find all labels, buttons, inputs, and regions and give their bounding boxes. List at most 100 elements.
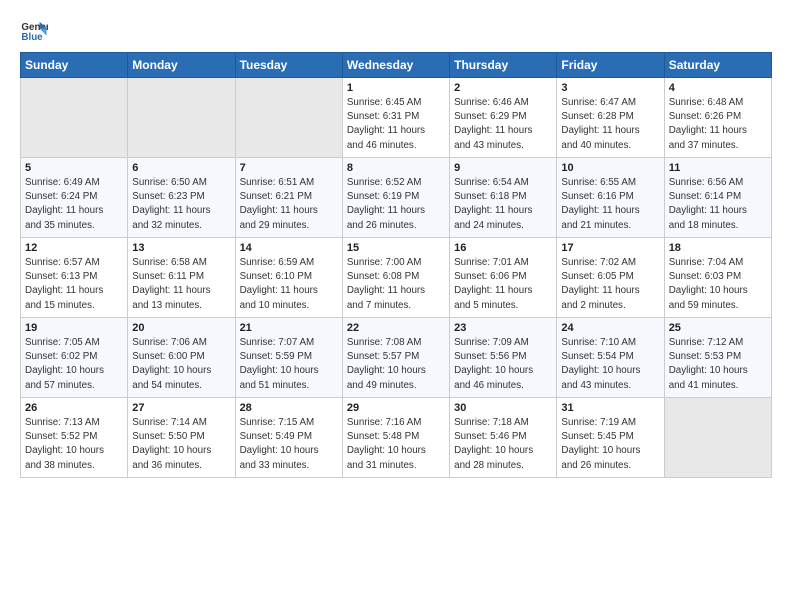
day-number: 8 [347,162,445,174]
calendar-cell: 16 Sunrise: 7:01 AM Sunset: 6:06 PM Dayli… [450,238,557,318]
calendar-cell: 4 Sunrise: 6:48 AM Sunset: 6:26 PM Daylig… [664,78,771,158]
calendar-cell: 24 Sunrise: 7:10 AM Sunset: 5:54 PM Dayli… [557,318,664,398]
calendar-cell: 8 Sunrise: 6:52 AM Sunset: 6:19 PM Daylig… [342,158,449,238]
header-friday: Friday [557,53,664,78]
calendar-cell: 6 Sunrise: 6:50 AM Sunset: 6:23 PM Daylig… [128,158,235,238]
day-info: Sunrise: 6:49 AM Sunset: 6:24 PM Dayligh… [25,176,123,233]
day-info: Sunrise: 6:46 AM Sunset: 6:29 PM Dayligh… [454,96,552,153]
day-number: 25 [669,322,767,334]
calendar-cell: 13 Sunrise: 6:58 AM Sunset: 6:11 PM Dayli… [128,238,235,318]
calendar-cell: 10 Sunrise: 6:55 AM Sunset: 6:16 PM Dayli… [557,158,664,238]
day-info: Sunrise: 7:18 AM Sunset: 5:46 PM Dayligh… [454,416,552,473]
day-number: 10 [561,162,659,174]
day-info: Sunrise: 7:16 AM Sunset: 5:48 PM Dayligh… [347,416,445,473]
calendar-cell: 25 Sunrise: 7:12 AM Sunset: 5:53 PM Dayli… [664,318,771,398]
calendar-cell: 18 Sunrise: 7:04 AM Sunset: 6:03 PM Dayli… [664,238,771,318]
day-number: 28 [240,402,338,414]
calendar-cell: 28 Sunrise: 7:15 AM Sunset: 5:49 PM Dayli… [235,398,342,478]
day-info: Sunrise: 7:02 AM Sunset: 6:05 PM Dayligh… [561,256,659,313]
calendar-cell: 12 Sunrise: 6:57 AM Sunset: 6:13 PM Dayli… [21,238,128,318]
day-info: Sunrise: 7:14 AM Sunset: 5:50 PM Dayligh… [132,416,230,473]
day-number: 22 [347,322,445,334]
calendar-cell: 27 Sunrise: 7:14 AM Sunset: 5:50 PM Dayli… [128,398,235,478]
day-number: 7 [240,162,338,174]
day-number: 11 [669,162,767,174]
day-info: Sunrise: 7:04 AM Sunset: 6:03 PM Dayligh… [669,256,767,313]
day-info: Sunrise: 6:48 AM Sunset: 6:26 PM Dayligh… [669,96,767,153]
header-wednesday: Wednesday [342,53,449,78]
day-number: 27 [132,402,230,414]
calendar-cell: 22 Sunrise: 7:08 AM Sunset: 5:57 PM Dayli… [342,318,449,398]
calendar-cell: 19 Sunrise: 7:05 AM Sunset: 6:02 PM Dayli… [21,318,128,398]
day-info: Sunrise: 6:52 AM Sunset: 6:19 PM Dayligh… [347,176,445,233]
day-info: Sunrise: 6:54 AM Sunset: 6:18 PM Dayligh… [454,176,552,233]
calendar-cell: 3 Sunrise: 6:47 AM Sunset: 6:28 PM Daylig… [557,78,664,158]
day-number: 31 [561,402,659,414]
day-number: 13 [132,242,230,254]
week-row-1: 1Sunrise: 6:45 AM Sunset: 6:31 PM Daylig… [21,78,772,158]
day-number: 3 [561,82,659,94]
day-number: 2 [454,82,552,94]
day-number: 30 [454,402,552,414]
week-row-2: 5 Sunrise: 6:49 AM Sunset: 6:24 PM Daylig… [21,158,772,238]
day-number: 17 [561,242,659,254]
day-info: Sunrise: 6:47 AM Sunset: 6:28 PM Dayligh… [561,96,659,153]
day-number: 14 [240,242,338,254]
day-info: Sunrise: 7:07 AM Sunset: 5:59 PM Dayligh… [240,336,338,393]
header-row: General Blue [20,16,772,44]
header-tuesday: Tuesday [235,53,342,78]
day-info: Sunrise: 7:15 AM Sunset: 5:49 PM Dayligh… [240,416,338,473]
day-number: 24 [561,322,659,334]
day-info: Sunrise: 6:59 AM Sunset: 6:10 PM Dayligh… [240,256,338,313]
day-info: Sunrise: 7:09 AM Sunset: 5:56 PM Dayligh… [454,336,552,393]
week-row-4: 19 Sunrise: 7:05 AM Sunset: 6:02 PM Dayli… [21,318,772,398]
logo: General Blue [20,16,52,44]
day-info: Sunrise: 6:50 AM Sunset: 6:23 PM Dayligh… [132,176,230,233]
calendar-table: SundayMondayTuesdayWednesdayThursdayFrid… [20,52,772,478]
day-number: 16 [454,242,552,254]
day-info: Sunrise: 7:00 AM Sunset: 6:08 PM Dayligh… [347,256,445,313]
calendar-cell: 14 Sunrise: 6:59 AM Sunset: 6:10 PM Dayli… [235,238,342,318]
day-info: Sunrise: 6:51 AM Sunset: 6:21 PM Dayligh… [240,176,338,233]
header-saturday: Saturday [664,53,771,78]
day-info: Sunrise: 6:58 AM Sunset: 6:11 PM Dayligh… [132,256,230,313]
calendar-cell: 7 Sunrise: 6:51 AM Sunset: 6:21 PM Daylig… [235,158,342,238]
day-number: 4 [669,82,767,94]
week-row-3: 12 Sunrise: 6:57 AM Sunset: 6:13 PM Dayli… [21,238,772,318]
day-number: 29 [347,402,445,414]
calendar-cell: 31Sunrise: 7:19 AM Sunset: 5:45 PM Dayli… [557,398,664,478]
day-info: Sunrise: 7:01 AM Sunset: 6:06 PM Dayligh… [454,256,552,313]
header-thursday: Thursday [450,53,557,78]
day-number: 26 [25,402,123,414]
day-info: Sunrise: 6:57 AM Sunset: 6:13 PM Dayligh… [25,256,123,313]
svg-text:Blue: Blue [21,32,43,43]
header-sunday: Sunday [21,53,128,78]
day-info: Sunrise: 7:08 AM Sunset: 5:57 PM Dayligh… [347,336,445,393]
day-info: Sunrise: 7:12 AM Sunset: 5:53 PM Dayligh… [669,336,767,393]
calendar-cell: 21 Sunrise: 7:07 AM Sunset: 5:59 PM Dayli… [235,318,342,398]
calendar-cell: 15Sunrise: 7:00 AM Sunset: 6:08 PM Dayli… [342,238,449,318]
day-number: 23 [454,322,552,334]
day-info: Sunrise: 7:10 AM Sunset: 5:54 PM Dayligh… [561,336,659,393]
day-number: 12 [25,242,123,254]
calendar-cell: 30 Sunrise: 7:18 AM Sunset: 5:46 PM Dayli… [450,398,557,478]
day-info: Sunrise: 7:05 AM Sunset: 6:02 PM Dayligh… [25,336,123,393]
day-info: Sunrise: 6:45 AM Sunset: 6:31 PM Dayligh… [347,96,445,153]
calendar-cell: 17 Sunrise: 7:02 AM Sunset: 6:05 PM Dayli… [557,238,664,318]
day-info: Sunrise: 7:06 AM Sunset: 6:00 PM Dayligh… [132,336,230,393]
calendar-cell: 20Sunrise: 7:06 AM Sunset: 6:00 PM Dayli… [128,318,235,398]
calendar-cell: 9 Sunrise: 6:54 AM Sunset: 6:18 PM Daylig… [450,158,557,238]
day-number: 6 [132,162,230,174]
day-number: 18 [669,242,767,254]
calendar-cell: 26Sunrise: 7:13 AM Sunset: 5:52 PM Dayli… [21,398,128,478]
day-number: 21 [240,322,338,334]
day-info: Sunrise: 6:55 AM Sunset: 6:16 PM Dayligh… [561,176,659,233]
week-row-5: 26Sunrise: 7:13 AM Sunset: 5:52 PM Dayli… [21,398,772,478]
calendar-cell: 11Sunrise: 6:56 AM Sunset: 6:14 PM Dayli… [664,158,771,238]
calendar-cell [664,398,771,478]
day-number: 19 [25,322,123,334]
header-monday: Monday [128,53,235,78]
calendar-header-row: SundayMondayTuesdayWednesdayThursdayFrid… [21,53,772,78]
day-number: 5 [25,162,123,174]
day-number: 9 [454,162,552,174]
